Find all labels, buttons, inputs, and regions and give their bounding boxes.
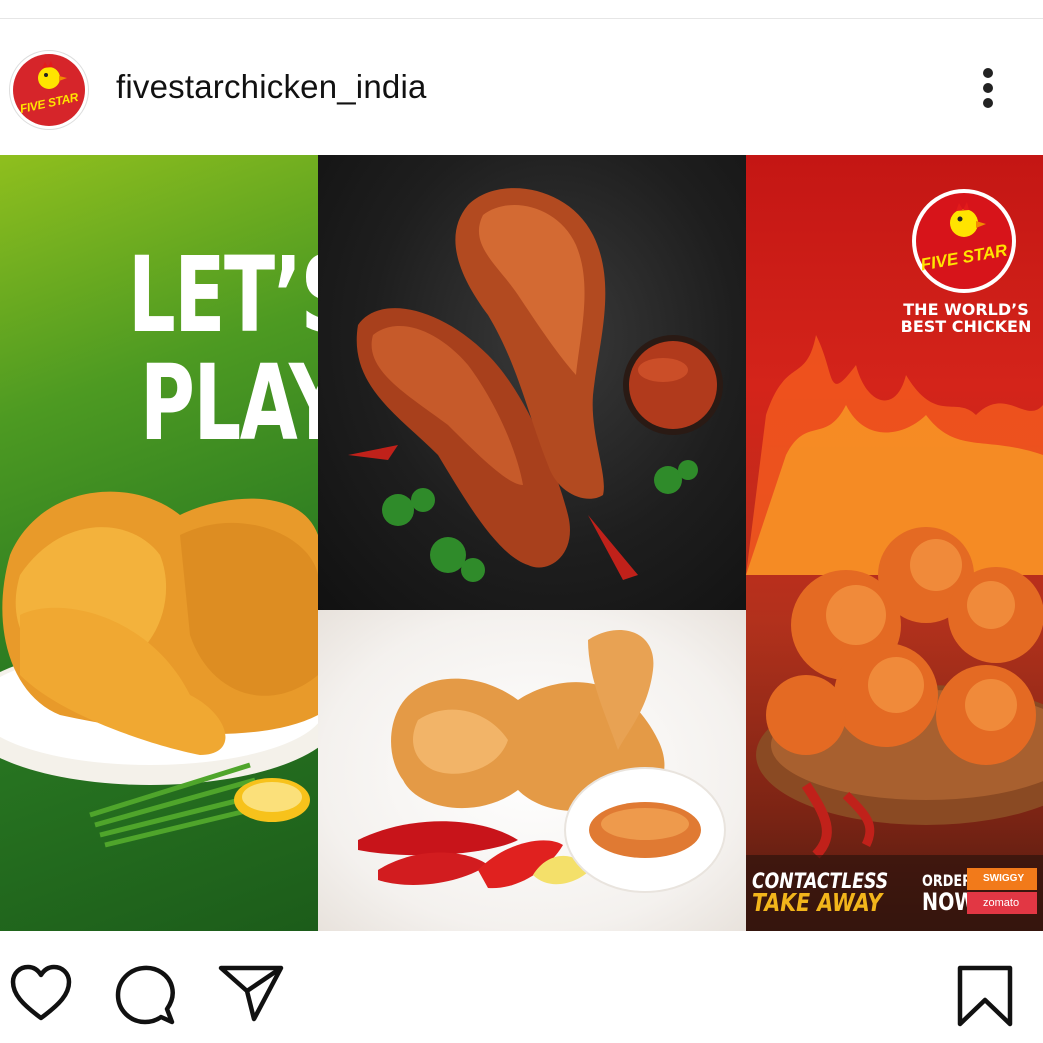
brand-badge: FIVE STAR [912,189,1016,293]
post-actions-bar [0,940,1043,1043]
headline-play: PLAY [140,342,318,464]
tagline-line-1: THE WORLD’S [903,300,1029,319]
green-panel: LET’S PLAY [0,155,318,931]
heart-icon[interactable] [10,964,72,1027]
bookmark-icon[interactable] [956,964,1014,1033]
swiggy-logo: SWIGGY [967,868,1037,890]
avatar-logo: FIVE STAR [13,54,85,126]
takeaway-text: TAKE AWAY [752,888,883,917]
dot [983,98,993,108]
post-image[interactable]: LET’S PLAY [0,155,1043,931]
dot [983,83,993,93]
tagline: THE WORLD’S BEST CHICKEN [896,301,1036,335]
username-link[interactable]: fivestarchicken_india [116,68,427,106]
top-divider [0,18,1043,19]
post-header: FIVE STAR fivestarchicken_india [0,40,1043,136]
grilled-chicken-panel [318,155,746,610]
avatar[interactable]: FIVE STAR [9,50,89,130]
grilled-drumsticks-illustration [348,188,723,582]
share-icon[interactable] [218,964,284,1027]
red-promo-panel: FIVE STAR THE WORLD’S BEST CHICKEN CONTA… [746,155,1043,931]
brand-badge-logo: FIVE STAR [916,193,1012,289]
more-options-icon[interactable] [972,62,1004,112]
fried-chicken-panel [318,610,746,931]
tagline-line-2: BEST CHICKEN [900,317,1032,336]
zomato-logo: zomato [967,892,1037,914]
headline-lets: LET’S [128,234,318,356]
comment-icon[interactable] [114,964,176,1031]
fried-chicken-with-spice-illustration [358,630,726,893]
dot [983,68,993,78]
